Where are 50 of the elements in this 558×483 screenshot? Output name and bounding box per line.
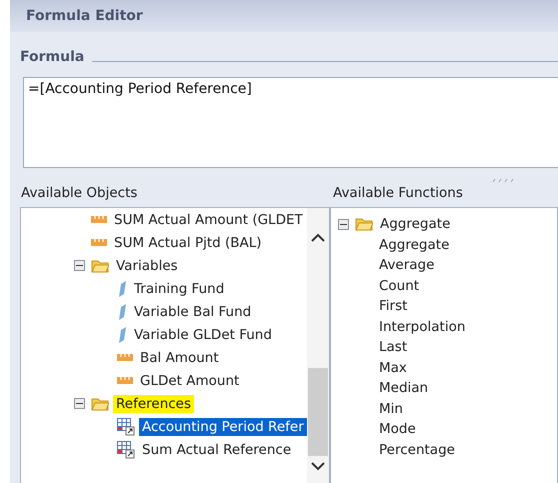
minus-icon [76, 400, 83, 407]
function-item[interactable]: Min [376, 400, 406, 418]
open-folder-icon [355, 217, 373, 232]
folder-label[interactable]: References [113, 394, 194, 412]
object-item[interactable]: SUM Actual Pjtd (BAL) [111, 234, 265, 252]
folder-label[interactable]: Variables [113, 256, 181, 274]
minus-icon [76, 262, 83, 269]
object-item[interactable]: Variable GLDet Fund [131, 326, 275, 344]
function-item[interactable]: Max [376, 358, 410, 377]
panel-label: Available Functions [332, 185, 464, 203]
function-item[interactable]: Count [376, 276, 422, 295]
ruler-icon [91, 239, 107, 246]
function-item[interactable]: Last [376, 338, 410, 356]
flag-icon [117, 280, 127, 298]
function-item[interactable]: Median [376, 379, 432, 398]
function-item[interactable]: Average [376, 256, 438, 274]
table-link-icon [117, 440, 135, 458]
object-item[interactable]: Bal Amount [137, 348, 222, 366]
ruler-icon [117, 354, 133, 361]
function-item[interactable]: Percentage [376, 440, 458, 459]
function-item[interactable]: Interpolation [376, 318, 468, 336]
object-item[interactable]: Accounting Period Refer [139, 418, 307, 436]
collapse-toggle[interactable] [74, 260, 85, 271]
table-link-icon [117, 418, 135, 436]
flag-icon [117, 302, 127, 320]
formula-field[interactable]: =[Accounting Period Reference] [23, 77, 558, 168]
scroll-up-icon[interactable] [311, 233, 325, 242]
ruler-icon [91, 216, 107, 223]
object-item[interactable]: Variable Bal Fund [131, 302, 254, 320]
flag-icon [117, 326, 127, 344]
function-item[interactable]: Aggregate [376, 236, 452, 254]
function-item[interactable]: First [376, 297, 410, 316]
collapse-toggle[interactable] [338, 218, 349, 230]
object-item[interactable]: GLDet Amount [137, 372, 242, 390]
object-item[interactable]: Sum Actual Reference [139, 440, 294, 458]
open-folder-icon [91, 258, 109, 272]
panel-label: Available Objects [20, 185, 138, 203]
collapse-toggle[interactable] [74, 398, 85, 409]
scroll-down-icon[interactable] [311, 462, 325, 471]
ruler-icon [117, 377, 133, 384]
object-item[interactable]: SUM Actual Amount (GLDET [111, 210, 306, 228]
window-title: Formula Editor [26, 8, 143, 24]
open-folder-icon [91, 396, 109, 410]
section-label: Formula [20, 49, 84, 65]
scrollbar[interactable] [307, 208, 329, 483]
object-item[interactable]: Training Fund [131, 280, 228, 298]
function-item[interactable]: Mode [376, 420, 419, 438]
scroll-thumb[interactable] [308, 368, 328, 456]
folder-label[interactable]: Aggregate [377, 215, 454, 234]
resize-grip-icon[interactable] [492, 178, 516, 183]
